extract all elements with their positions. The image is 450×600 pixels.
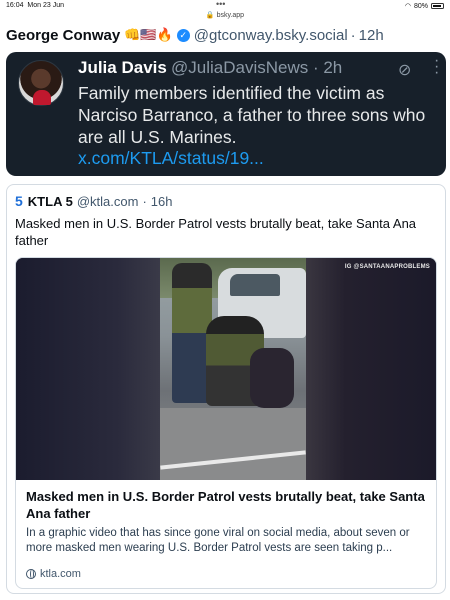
status-right: ◠ 80% xyxy=(405,2,444,10)
battery-percent: 80% xyxy=(413,2,428,10)
quoted-author-handle: @ktla.com xyxy=(76,193,139,209)
separator-dot: · xyxy=(142,193,147,209)
image-watermark: IG @SANTAANAPROBLEMS xyxy=(344,264,430,270)
link-domain-text: ktla.com xyxy=(40,568,81,580)
video-still-image xyxy=(160,258,306,480)
link-domain: ktla.com xyxy=(26,568,81,580)
separator-dot: · xyxy=(350,26,356,44)
author-emojis: 👊🇺🇸🔥 xyxy=(124,27,173,42)
grok-icon: ⊘ xyxy=(398,62,412,79)
embedded-author-name: Julia Davis xyxy=(78,58,167,77)
post-author-name[interactable]: George Conway xyxy=(6,27,120,44)
julia-davis-avatar xyxy=(18,60,64,106)
embedded-tweet-text: Family members identified the victim as … xyxy=(78,83,426,147)
more-options-icon: · · · xyxy=(434,52,440,81)
link-title: Masked men in U.S. Border Patrol vests b… xyxy=(26,489,425,521)
quoted-post-header: 5 KTLA 5 @ktla.com · 16h xyxy=(15,193,172,209)
embedded-author-handle: @JuliaDavisNews · 2h xyxy=(171,58,343,77)
verified-badge-icon: ✓ xyxy=(176,28,190,42)
ktla-logo-icon: 5 xyxy=(15,193,23,209)
url-bar[interactable]: 🔒 bsky.app xyxy=(0,11,450,19)
post-author-handle[interactable]: @gtconway.bsky.social xyxy=(194,27,348,44)
link-preview-card[interactable]: IG @SANTAANAPROBLEMS Masked men in U.S. … xyxy=(15,257,437,589)
post-timestamp[interactable]: 12h xyxy=(359,27,384,44)
battery-icon xyxy=(431,3,444,9)
globe-icon xyxy=(26,569,36,579)
embedded-tweet-link: x.com/KTLA/status/19... xyxy=(78,148,264,168)
post-header: George Conway 👊🇺🇸🔥 ✓ @gtconway.bsky.soci… xyxy=(6,24,446,46)
quoted-post-text: Masked men in U.S. Border Patrol vests b… xyxy=(15,216,417,248)
quoted-timestamp: 16h xyxy=(150,193,173,209)
link-thumbnail: IG @SANTAANAPROBLEMS xyxy=(16,258,436,480)
quoted-post[interactable]: 5 KTLA 5 @ktla.com · 16h Masked men in U… xyxy=(6,184,446,594)
status-time: 16:04 Mon 23 Jun xyxy=(6,2,65,9)
url-text: bsky.app xyxy=(216,12,245,19)
wifi-icon: ◠ xyxy=(404,3,411,10)
embedded-tweet-image[interactable]: Julia Davis @JuliaDavisNews · 2h ⊘ · · · F… xyxy=(6,52,446,176)
multitask-dots[interactable]: ••• xyxy=(216,0,225,9)
quoted-author-name: KTLA 5 xyxy=(27,193,73,209)
link-description: In a graphic video that has since gone v… xyxy=(26,527,410,554)
